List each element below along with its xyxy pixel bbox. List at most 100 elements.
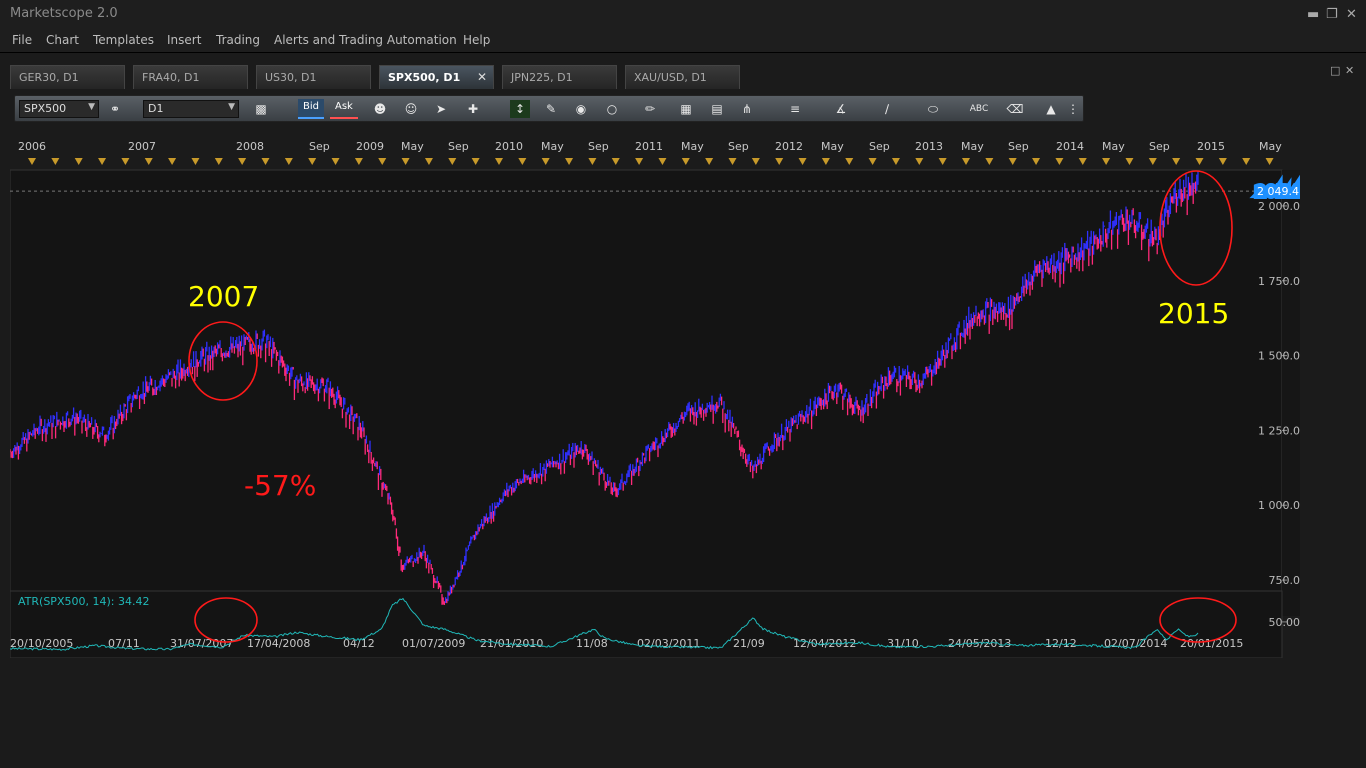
price-tick-label: 2 000.0 [1258, 200, 1300, 213]
trader-icon[interactable]: ☻ [370, 100, 390, 118]
restore-icon[interactable]: ❐ [1326, 7, 1338, 22]
link-icon[interactable]: ⚭ [105, 100, 125, 118]
eraser-icon[interactable]: ⌫ [1005, 100, 1025, 118]
tab-ger30[interactable]: GER30, D1 [10, 65, 125, 89]
price-tick-label: 1 500.0 [1258, 350, 1300, 363]
window-icon[interactable]: ▤ [707, 100, 727, 118]
menu-alerts[interactable]: Alerts and Trading Automation [274, 33, 457, 47]
ruler-icon[interactable]: ✏ [640, 100, 660, 118]
pitchfork-icon[interactable]: ⋔ [737, 100, 757, 118]
bottom-date-label: 01/07/2009 [402, 637, 465, 650]
minimize-icon[interactable]: ▬ [1307, 7, 1319, 22]
atr-tick-label: 50.00 [1269, 616, 1301, 629]
tab-label: GER30, D1 [19, 71, 79, 84]
atr-legend-label: ATR(SPX500, 14): 34.42 [18, 595, 149, 608]
tab-label: SPX500, D1 [388, 71, 461, 84]
levels-icon[interactable]: ≡ [785, 100, 805, 118]
title-bar: Marketscope 2.0 ▬ ❐ ✕ [0, 0, 1366, 30]
top-time-label: 2006 [18, 140, 46, 153]
tab-label: FRA40, D1 [142, 71, 200, 84]
text-icon[interactable]: ABC [969, 100, 989, 118]
tab-label: XAU/USD, D1 [634, 71, 707, 84]
top-time-label: 2013 [915, 140, 943, 153]
top-time-label: Sep [588, 140, 609, 153]
globe-icon[interactable]: ○ [602, 100, 622, 118]
top-time-label: 2007 [128, 140, 156, 153]
panel-close-icon[interactable]: ✕ [1345, 64, 1354, 77]
chevron-down-icon: ▼ [88, 102, 95, 112]
tree-icon[interactable]: ▲ [1041, 100, 1061, 118]
menu-chart[interactable]: Chart [46, 33, 79, 47]
panel-restore-icon[interactable]: □ [1330, 64, 1340, 77]
more-icon[interactable]: ⋮ [1067, 100, 1079, 118]
chart-type-icon[interactable]: ▩ [251, 100, 271, 118]
bottom-date-label: 21/09 [733, 637, 765, 650]
top-time-label: Sep [309, 140, 330, 153]
ask-button[interactable]: Ask [330, 99, 358, 119]
bottom-date-label: 17/04/2008 [247, 637, 310, 650]
top-time-label: Sep [448, 140, 469, 153]
top-time-label: 2008 [236, 140, 264, 153]
bottom-date-label: 11/08 [576, 637, 608, 650]
image-icon[interactable]: ▦ [676, 100, 696, 118]
bottom-date-label: 31/10 [887, 637, 919, 650]
top-time-label: Sep [1149, 140, 1170, 153]
price-tick-label: 1 000.0 [1258, 499, 1300, 512]
chart-area: 2006 2007 2008 Sep 2009 May Sep 2010 May Sep 2011 M… [9, 138, 1303, 659]
tab-fra40[interactable]: FRA40, D1 [133, 65, 248, 89]
cursor-icon[interactable]: ➤ [431, 100, 451, 118]
top-time-label: May [1259, 140, 1282, 153]
tab-us30[interactable]: US30, D1 [256, 65, 371, 89]
timeframe-select[interactable]: D1 ▼ [143, 100, 239, 118]
timeframe-value: D1 [148, 102, 164, 115]
tab-spx500[interactable]: SPX500, D1 ✕ [379, 65, 494, 89]
bid-button[interactable]: Bid [298, 99, 324, 119]
note-icon[interactable]: ✎ [541, 100, 561, 118]
top-time-label: May [961, 140, 984, 153]
top-time-label: May [1102, 140, 1125, 153]
menu-insert[interactable]: Insert [167, 33, 201, 47]
annotation-label: 2007 [188, 280, 259, 313]
price-tick-label: 750.0 [1269, 574, 1301, 587]
top-time-label: Sep [869, 140, 890, 153]
top-time-label: 2015 [1197, 140, 1225, 153]
menu-trading[interactable]: Trading [216, 33, 260, 47]
fan-icon[interactable]: ∡ [831, 100, 851, 118]
current-price-label: 2 049.4 [1257, 185, 1299, 198]
bottom-date-label: 20/01/2015 [1180, 637, 1243, 650]
menu-help[interactable]: Help [463, 33, 490, 47]
annotation-label: -57% [244, 469, 316, 502]
bottom-date-label: 31/07/2007 [170, 637, 233, 650]
chart-svg[interactable]: 2006 2007 2008 Sep 2009 May Sep 2010 May Sep 2011 M… [9, 138, 1303, 659]
top-time-label: 2011 [635, 140, 663, 153]
chart-tabs: GER30, D1 FRA40, D1 US30, D1 SPX500, D1 ✕… [0, 60, 1366, 90]
eye-icon[interactable]: ◉ [571, 100, 591, 118]
instrument-select[interactable]: SPX500 ▼ [19, 100, 99, 118]
top-time-label: 2010 [495, 140, 523, 153]
line-icon[interactable]: ∕ [877, 100, 897, 118]
ellipse-icon[interactable]: ⬭ [923, 100, 943, 118]
price-axis-area [1282, 170, 1300, 616]
top-time-label: 2009 [356, 140, 384, 153]
tab-xauusd[interactable]: XAU/USD, D1 [625, 65, 740, 89]
top-time-label: May [401, 140, 424, 153]
crosshair-icon[interactable]: ✚ [463, 100, 483, 118]
tab-close-icon[interactable]: ✕ [477, 70, 487, 84]
chevron-down-icon: ▼ [228, 102, 235, 112]
annotation-label: 2015 [1158, 297, 1229, 330]
tab-label: US30, D1 [265, 71, 317, 84]
top-time-label: May [681, 140, 704, 153]
top-time-label: May [821, 140, 844, 153]
top-time-label: 2014 [1056, 140, 1084, 153]
top-time-label: 2012 [775, 140, 803, 153]
chart-toolbar: SPX500 ▼ ⚭ D1 ▼ ▩ Bid Ask ☻ ☺ ➤ ✚ ↕ ✎ ◉ ○ … [14, 95, 1084, 122]
account-icon[interactable]: ☺ [401, 100, 421, 118]
tab-jpn225[interactable]: JPN225, D1 [502, 65, 617, 89]
menu-bar: File Chart Templates Insert Trading Aler… [0, 30, 1366, 53]
instrument-value: SPX500 [24, 102, 67, 115]
top-time-label: May [541, 140, 564, 153]
menu-templates[interactable]: Templates [93, 33, 154, 47]
close-icon[interactable]: ✕ [1346, 7, 1357, 22]
indicator-icon[interactable]: ↕ [510, 100, 530, 118]
menu-file[interactable]: File [12, 33, 32, 47]
